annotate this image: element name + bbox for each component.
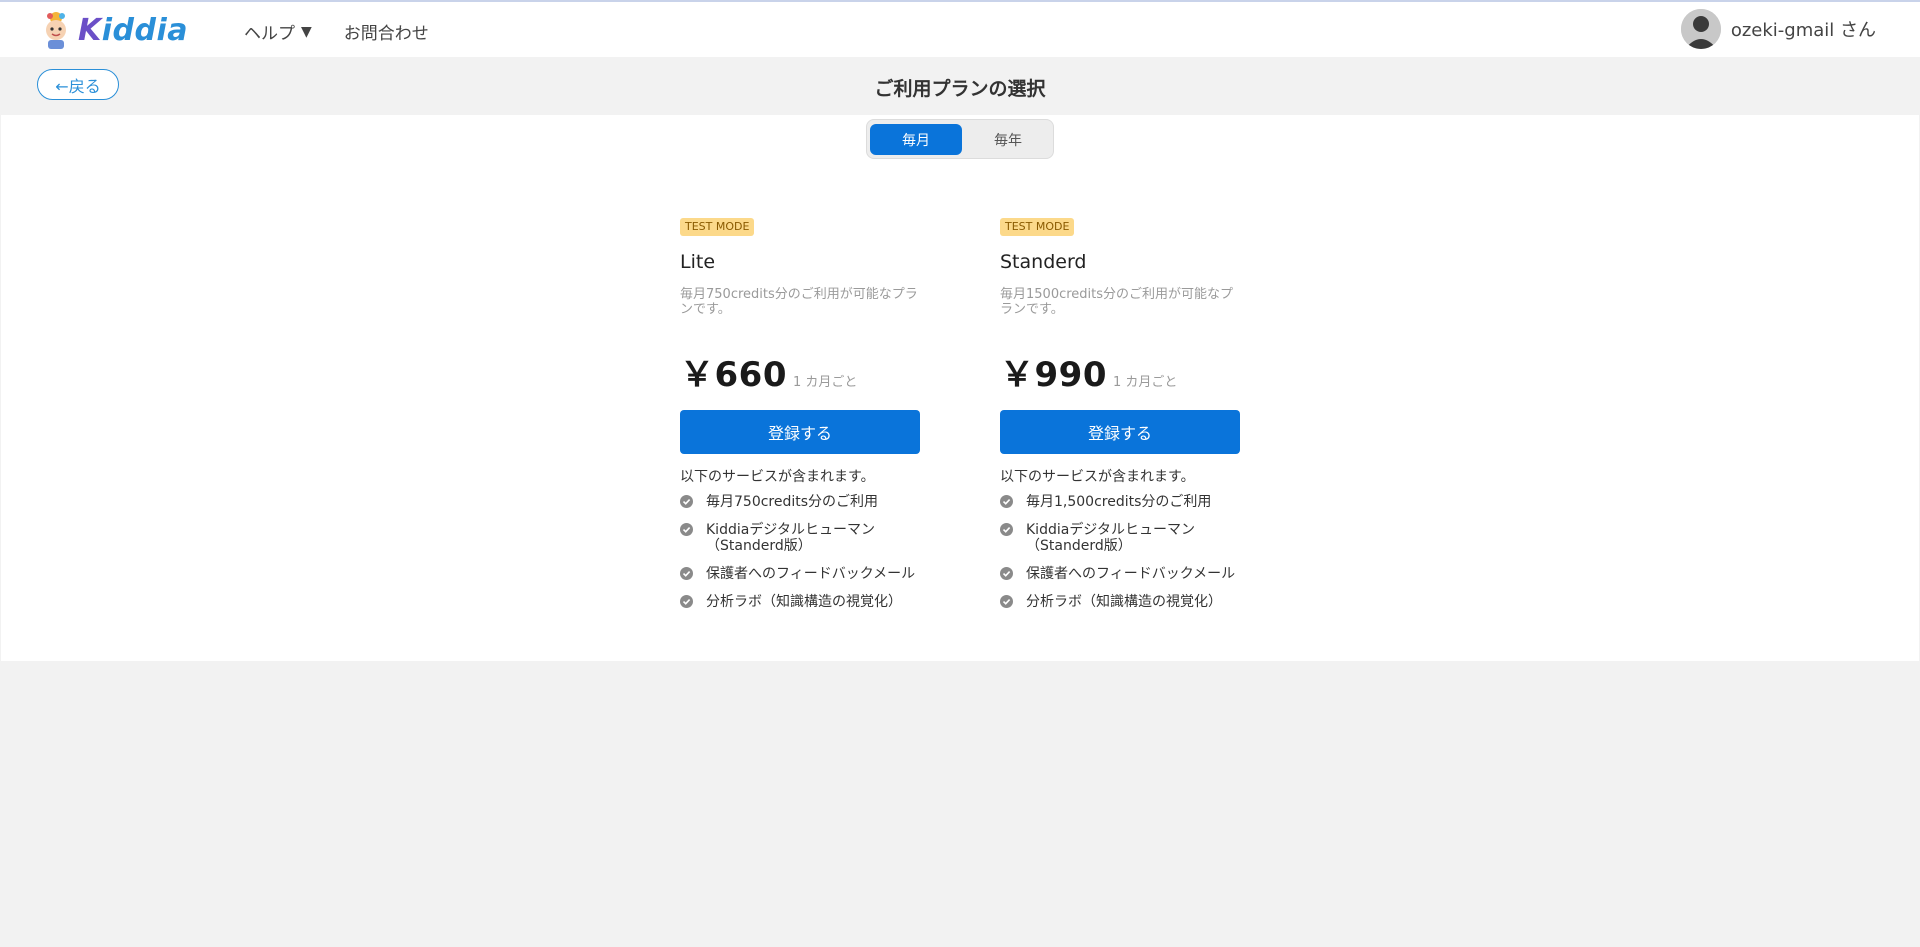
logo-text: Kiddia	[78, 12, 189, 48]
feature-item: 毎月750credits分のご利用	[680, 494, 920, 510]
billing-period-label: 1 カ月ごと	[792, 375, 858, 390]
subscribe-button[interactable]: 登録する	[1000, 410, 1240, 454]
check-circle-icon	[1000, 567, 1013, 580]
check-circle-icon	[1000, 523, 1013, 536]
nav-help-label: ヘルプ	[244, 24, 295, 44]
check-circle-icon	[680, 595, 693, 608]
check-circle-icon	[680, 523, 693, 536]
includes-heading: 以下のサービスが含まれます。	[1000, 469, 1195, 485]
plan-name: Standerd	[1000, 251, 1087, 273]
feature-text: 分析ラボ（知識構造の視覚化）	[1026, 594, 1222, 610]
feature-item: 保護者へのフィードバックメール	[680, 566, 920, 582]
price-row: ￥990 1 カ月ごと	[1000, 347, 1240, 396]
caret-down-icon: ▼	[301, 23, 312, 40]
plan-card-standerd: TEST MODE Standerd 毎月1500credits分のご利用が可能…	[1000, 215, 1240, 622]
plan-price: ￥660	[680, 355, 787, 395]
includes-heading: 以下のサービスが含まれます。	[680, 469, 875, 485]
test-mode-badge: TEST MODE	[680, 218, 755, 236]
feature-text: 分析ラボ（知識構造の視覚化）	[706, 594, 902, 610]
feature-item: 分析ラボ（知識構造の視覚化）	[680, 594, 920, 610]
kiddia-logo[interactable]: Kiddia	[38, 10, 188, 50]
plan-description: 毎月750credits分のご利用が可能なプランです。	[680, 287, 918, 317]
price-row: ￥660 1 カ月ごと	[680, 347, 920, 396]
subscribe-button[interactable]: 登録する	[680, 410, 920, 454]
test-mode-badge: TEST MODE	[1000, 218, 1075, 236]
kiddia-mascot-icon	[46, 12, 66, 49]
check-circle-icon	[1000, 595, 1013, 608]
feature-text: Kiddiaデジタルヒューマン（Standerd版）	[1026, 522, 1196, 554]
feature-item: 分析ラボ（知識構造の視覚化）	[1000, 594, 1240, 610]
plan-description: 毎月1500credits分のご利用が可能なプランです。	[1000, 287, 1234, 317]
billing-period-label: 1 カ月ごと	[1112, 375, 1178, 390]
feature-text: 毎月750credits分のご利用	[706, 494, 879, 510]
subheader-bar: ←戻る ご利用プランの選択	[0, 57, 1920, 115]
main-nav: ヘルプ ▼ お問合わせ	[244, 19, 429, 45]
plan-name: Lite	[680, 251, 716, 273]
feature-list: 毎月750credits分のご利用 Kiddiaデジタルヒューマン（Stande…	[680, 494, 920, 610]
billing-period-toggle: 毎月 毎年	[866, 119, 1054, 159]
check-circle-icon	[1000, 495, 1013, 508]
feature-list: 毎月1,500credits分のご利用 Kiddiaデジタルヒューマン（Stan…	[1000, 494, 1240, 610]
feature-item: 毎月1,500credits分のご利用	[1000, 494, 1240, 510]
toggle-yearly[interactable]: 毎年	[962, 124, 1054, 155]
page-title: ご利用プランの選択	[874, 78, 1046, 100]
feature-item: Kiddiaデジタルヒューマン（Standerd版）	[1000, 522, 1240, 554]
user-menu[interactable]: ozeki-gmail さん	[1680, 9, 1876, 49]
user-name: ozeki-gmail さん	[1730, 20, 1876, 41]
nav-contact-label: お問合わせ	[343, 24, 429, 44]
toggle-monthly[interactable]: 毎月	[870, 124, 962, 155]
nav-help[interactable]: ヘルプ ▼	[244, 19, 312, 45]
plan-price: ￥990	[1000, 355, 1107, 395]
plan-selection-panel: 毎月 毎年 TEST MODE Lite 毎月750credits分のご利用が可…	[1, 115, 1919, 661]
feature-text: 毎月1,500credits分のご利用	[1026, 494, 1212, 510]
feature-text: 保護者へのフィードバックメール	[706, 566, 916, 582]
user-avatar-icon	[1680, 9, 1721, 49]
nav-contact[interactable]: お問合わせ	[344, 19, 429, 44]
feature-item: Kiddiaデジタルヒューマン（Standerd版）	[680, 522, 920, 554]
feature-text: 保護者へのフィードバックメール	[1026, 566, 1236, 582]
check-circle-icon	[680, 567, 693, 580]
check-circle-icon	[680, 495, 693, 508]
feature-item: 保護者へのフィードバックメール	[1000, 566, 1240, 582]
plan-card-lite: TEST MODE Lite 毎月750credits分のご利用が可能なプランで…	[680, 215, 920, 622]
app-header: Kiddia ヘルプ ▼ お問合わせ ozeki-gmail さん	[0, 2, 1920, 57]
feature-text: Kiddiaデジタルヒューマン（Standerd版）	[706, 522, 876, 554]
